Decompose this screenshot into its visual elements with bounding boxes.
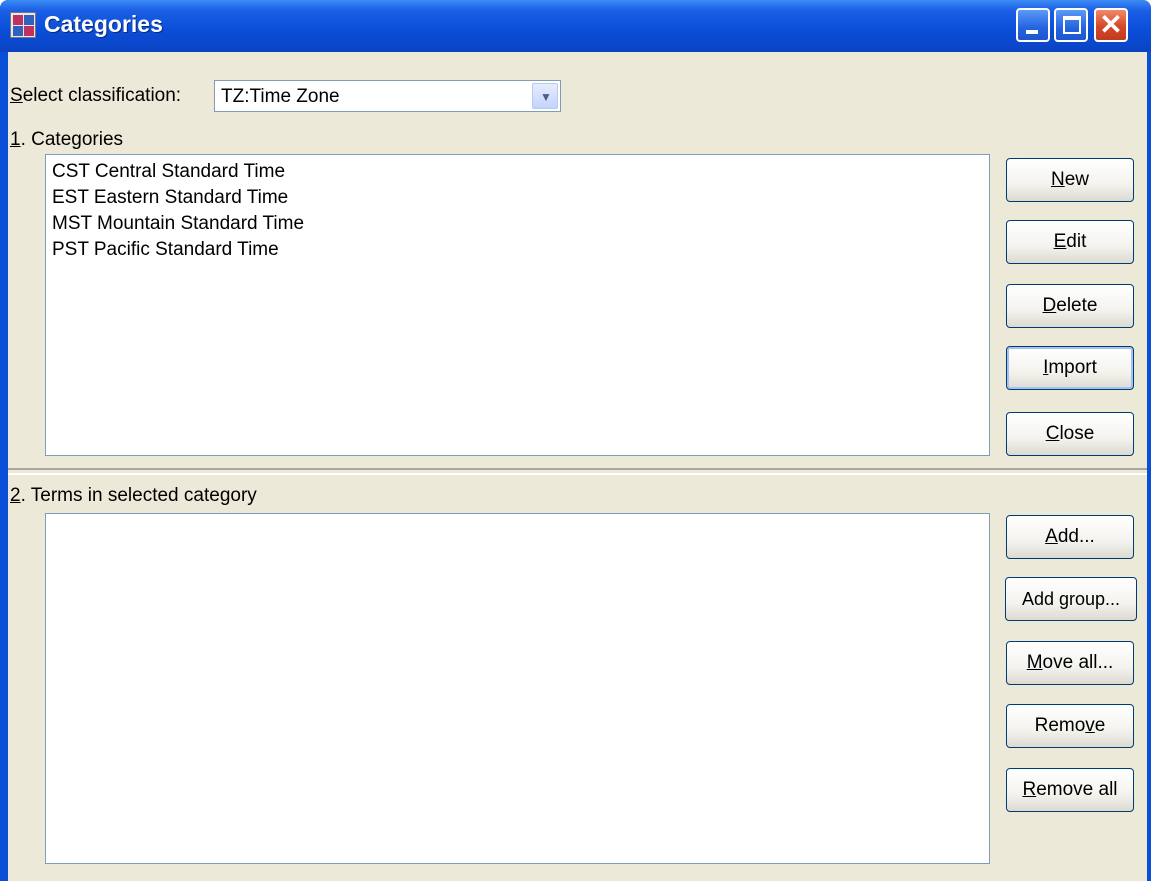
categories-window: Categories ✕ Select classification: TZ:T…: [0, 0, 1151, 881]
categories-list-items: CST Central Standard Time EST Eastern St…: [46, 155, 989, 263]
add-group-button[interactable]: Add group...: [1005, 577, 1137, 621]
dialog-client-area: Select classification: TZ:Time Zone ▼ 1.…: [8, 52, 1147, 881]
close-window-button[interactable]: ✕: [1094, 8, 1128, 42]
edit-button[interactable]: Edit: [1006, 220, 1134, 264]
chevron-down-icon: ▼: [540, 90, 552, 104]
new-button[interactable]: New: [1006, 158, 1134, 202]
classification-dropdown-button[interactable]: ▼: [532, 83, 558, 109]
minimize-icon: [1026, 30, 1038, 34]
move-all-button[interactable]: Move all...: [1006, 641, 1134, 685]
delete-button[interactable]: Delete: [1006, 284, 1134, 328]
select-classification-label: Select classification:: [10, 85, 182, 106]
maximize-button[interactable]: [1054, 8, 1088, 42]
maximize-icon: [1063, 16, 1081, 34]
list-item-mst[interactable]: MST Mountain Standard Time: [46, 211, 989, 237]
close-button[interactable]: Close: [1006, 412, 1134, 456]
categories-section-label: 1. Categories: [10, 129, 124, 150]
minimize-button[interactable]: [1016, 8, 1050, 42]
classification-select-value: TZ:Time Zone: [221, 86, 340, 107]
terms-section-label: 2. Terms in selected category: [10, 485, 257, 506]
list-item-cst[interactable]: CST Central Standard Time: [46, 159, 989, 185]
terms-list[interactable]: [45, 513, 990, 864]
categories-list[interactable]: CST Central Standard Time EST Eastern St…: [45, 154, 990, 456]
remove-all-button[interactable]: Remove all: [1006, 768, 1134, 812]
title-bar[interactable]: Categories ✕: [0, 0, 1151, 52]
classification-select[interactable]: TZ:Time Zone ▼: [214, 80, 561, 112]
remove-button[interactable]: Remove: [1006, 704, 1134, 748]
import-button[interactable]: Import: [1006, 346, 1134, 390]
close-icon: ✕: [1099, 9, 1123, 40]
window-title: Categories: [44, 11, 163, 37]
app-icon: [10, 12, 36, 38]
list-item-pst[interactable]: PST Pacific Standard Time: [46, 237, 989, 263]
list-item-est[interactable]: EST Eastern Standard Time: [46, 185, 989, 211]
section-splitter[interactable]: [8, 468, 1147, 475]
add-button[interactable]: Add...: [1006, 515, 1134, 559]
